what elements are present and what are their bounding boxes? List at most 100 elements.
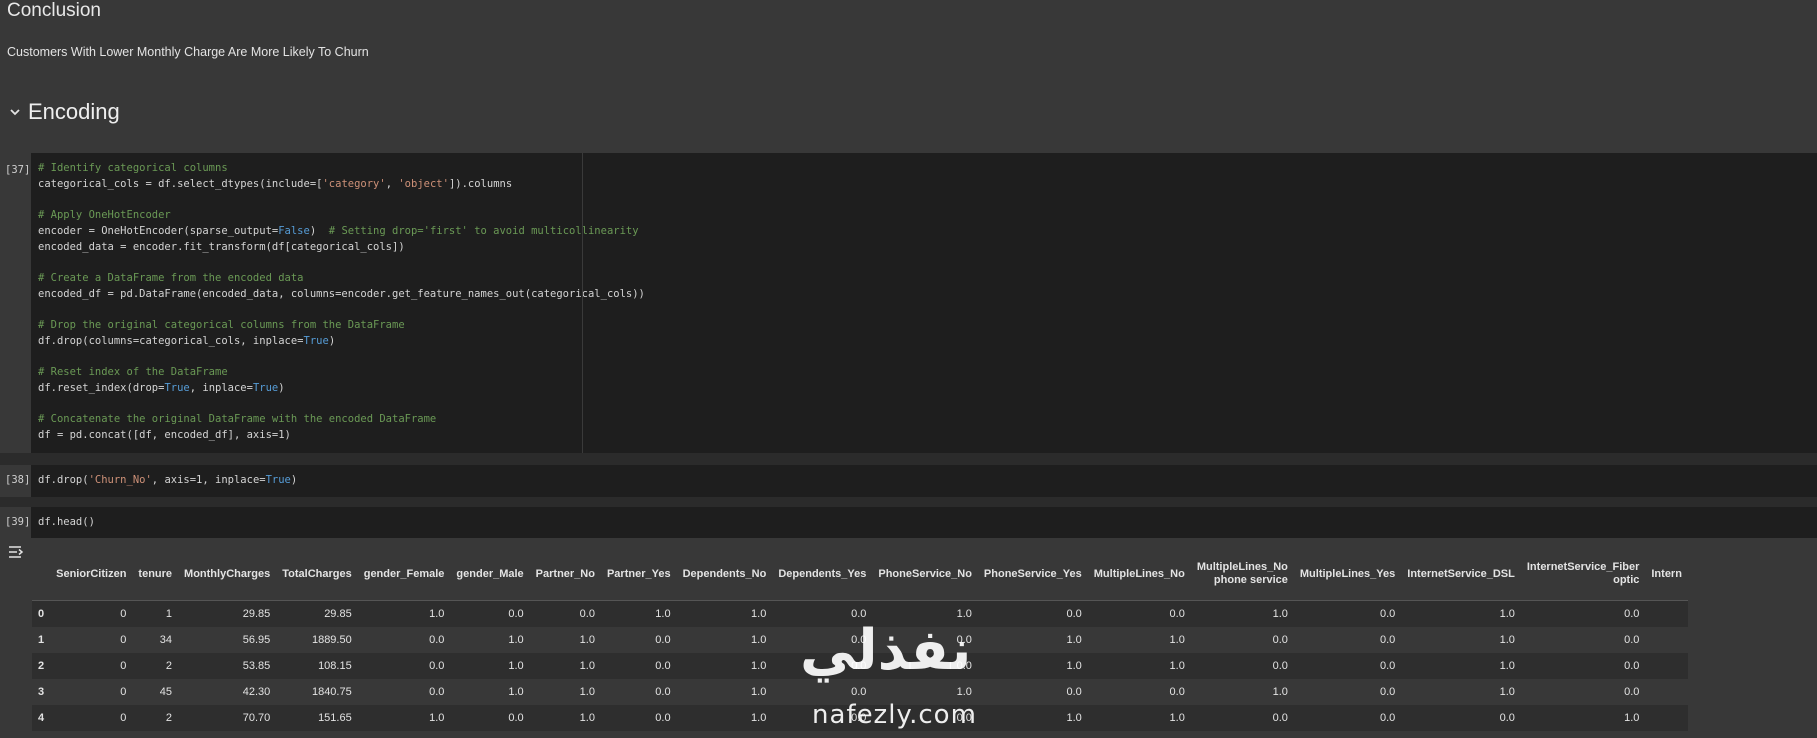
table-cell: 1.0 bbox=[956, 608, 972, 620]
table-cell: 1.0 bbox=[1272, 686, 1288, 698]
table-cell: 0.0 bbox=[956, 660, 972, 672]
table-cell: 56.95 bbox=[242, 634, 271, 646]
column-header: Dependents_No bbox=[682, 567, 767, 580]
table-cell: 1.0 bbox=[429, 712, 445, 724]
row-index: 2 bbox=[38, 660, 45, 672]
table-cell: 0.0 bbox=[851, 686, 867, 698]
table-cell: 1.0 bbox=[751, 712, 767, 724]
chevron-down-icon[interactable] bbox=[0, 97, 30, 127]
table-cell: 0.0 bbox=[429, 660, 445, 672]
table-cell: 0.0 bbox=[1624, 660, 1640, 672]
table-row: 1 0 34 56.95 1889.50 0.0 1.0 1.0 0.0 1.0 0.0 0.0 1.0… bbox=[32, 627, 1688, 653]
table-cell: 29.85 bbox=[242, 608, 271, 620]
table-cell: 0.0 bbox=[1272, 634, 1288, 646]
column-header: InternetService_Fiber optic bbox=[1526, 561, 1640, 586]
cell-divider bbox=[0, 453, 1817, 465]
table-cell: 1.0 bbox=[751, 686, 767, 698]
table-cell: 1.0 bbox=[1066, 634, 1082, 646]
table-cell: 0.0 bbox=[655, 686, 671, 698]
table-cell: 0 bbox=[120, 660, 127, 672]
table-cell: 0.0 bbox=[1499, 712, 1515, 724]
code-cell-39[interactable]: [39] df.head() bbox=[0, 507, 1817, 538]
table-cell: 53.85 bbox=[242, 660, 271, 672]
table-body: 0 0 1 29.85 29.85 1.0 0.0 0.0 1.0 1.0 0.0 1.0 0.0 0.0… bbox=[32, 600, 1688, 731]
table-cell: 0.0 bbox=[655, 660, 671, 672]
output-toggle-icon[interactable] bbox=[7, 544, 25, 560]
editor-ruler bbox=[582, 153, 583, 453]
table-cell: 1.0 bbox=[579, 634, 595, 646]
column-header: Dependents_Yes bbox=[778, 567, 867, 580]
table-cell: 1.0 bbox=[1272, 608, 1288, 620]
table-cell: 1.0 bbox=[1169, 660, 1185, 672]
table-cell: 42.30 bbox=[242, 686, 271, 698]
column-header: Partner_Yes bbox=[606, 567, 671, 580]
table-cell bbox=[1645, 653, 1688, 679]
column-header: tenure bbox=[138, 567, 173, 580]
table-cell: 0.0 bbox=[1624, 634, 1640, 646]
table-cell: 1.0 bbox=[1499, 608, 1515, 620]
column-header: MultipleLines_No bbox=[1093, 567, 1185, 580]
table-cell: 0 bbox=[120, 712, 127, 724]
code-cell-37[interactable]: [37] # Identify categorical columns cate… bbox=[0, 153, 1817, 453]
table-cell bbox=[1645, 705, 1688, 731]
table-cell: 1 bbox=[165, 608, 173, 620]
column-header: MultipleLines_No phone service bbox=[1196, 561, 1288, 586]
markdown-cell: Conclusion Customers With Lower Monthly … bbox=[0, 0, 1817, 153]
table-cell: 0.0 bbox=[956, 634, 972, 646]
table-cell: 0.0 bbox=[1169, 608, 1185, 620]
code-editor[interactable]: df.head() bbox=[31, 507, 1817, 538]
table-cell: 1.0 bbox=[508, 660, 524, 672]
table-cell: 1.0 bbox=[579, 686, 595, 698]
table-cell: 0.0 bbox=[1379, 712, 1396, 724]
column-header: PhoneService_No bbox=[878, 567, 972, 580]
table-cell: 0.0 bbox=[1272, 712, 1288, 724]
table-cell: 0.0 bbox=[1379, 660, 1396, 672]
table-cell: 1.0 bbox=[751, 660, 767, 672]
table-cell: 151.65 bbox=[318, 712, 352, 724]
table-cell: 1.0 bbox=[1499, 686, 1515, 698]
column-header: MultipleLines_Yes bbox=[1299, 567, 1396, 580]
table-cell: 0.0 bbox=[1066, 686, 1082, 698]
execution-count: [38] bbox=[5, 474, 31, 486]
table-cell: 0 bbox=[120, 634, 127, 646]
table-cell: 1.0 bbox=[655, 608, 671, 620]
execution-count: [39] bbox=[5, 516, 31, 528]
table-cell: 29.85 bbox=[324, 608, 352, 620]
section-header-encoding[interactable]: Encoding bbox=[0, 95, 120, 129]
table-cell: 1.0 bbox=[1169, 634, 1185, 646]
table-cell: 0.0 bbox=[579, 608, 595, 620]
table-cell: 1.0 bbox=[751, 608, 767, 620]
table-cell: 0.0 bbox=[508, 608, 524, 620]
table-cell: 1.0 bbox=[429, 608, 445, 620]
table-cell: 1.0 bbox=[1066, 660, 1082, 672]
table-row: 2 0 2 53.85 108.15 0.0 1.0 1.0 0.0 1.0 0.0 0.0 1.0 1.… bbox=[32, 653, 1688, 679]
table-cell: 70.70 bbox=[242, 712, 271, 724]
table-cell: 0.0 bbox=[429, 686, 445, 698]
table-row: 3 0 45 42.30 1840.75 0.0 1.0 1.0 0.0 1.0 0.0 1.0 0.0… bbox=[32, 679, 1688, 705]
table-cell: 0.0 bbox=[1272, 660, 1288, 672]
table-cell: 1889.50 bbox=[311, 634, 352, 646]
row-index: 4 bbox=[38, 712, 45, 724]
code-editor[interactable]: # Identify categorical columns categoric… bbox=[31, 153, 1817, 453]
table-cell: 0.0 bbox=[1624, 608, 1640, 620]
table-cell bbox=[1645, 627, 1688, 653]
table-cell: 0.0 bbox=[1624, 686, 1640, 698]
column-header: Partner_No bbox=[535, 567, 595, 580]
column-header: TotalCharges bbox=[282, 567, 352, 580]
code-cell-38[interactable]: [38] df.drop('Churn_No', axis=1, inplace… bbox=[0, 465, 1817, 497]
code-editor[interactable]: df.drop('Churn_No', axis=1, inplace=True… bbox=[31, 465, 1817, 497]
table-cell: 0.0 bbox=[851, 712, 867, 724]
table-cell: 1.0 bbox=[579, 712, 595, 724]
conclusion-heading: Conclusion bbox=[7, 0, 101, 21]
table-cell: 1840.75 bbox=[311, 686, 352, 698]
table-cell: 1.0 bbox=[579, 660, 595, 672]
column-header: gender_Female bbox=[363, 567, 445, 580]
table-cell: 45 bbox=[159, 686, 173, 698]
table-cell: 1.0 bbox=[1499, 634, 1515, 646]
table-cell: 1.0 bbox=[1624, 712, 1640, 724]
table-cell: 1.0 bbox=[1066, 712, 1082, 724]
table-cell: 1.0 bbox=[508, 686, 524, 698]
table-cell: 0 bbox=[120, 686, 127, 698]
table-cell: 1.0 bbox=[508, 634, 524, 646]
table-cell: 1.0 bbox=[1499, 660, 1515, 672]
